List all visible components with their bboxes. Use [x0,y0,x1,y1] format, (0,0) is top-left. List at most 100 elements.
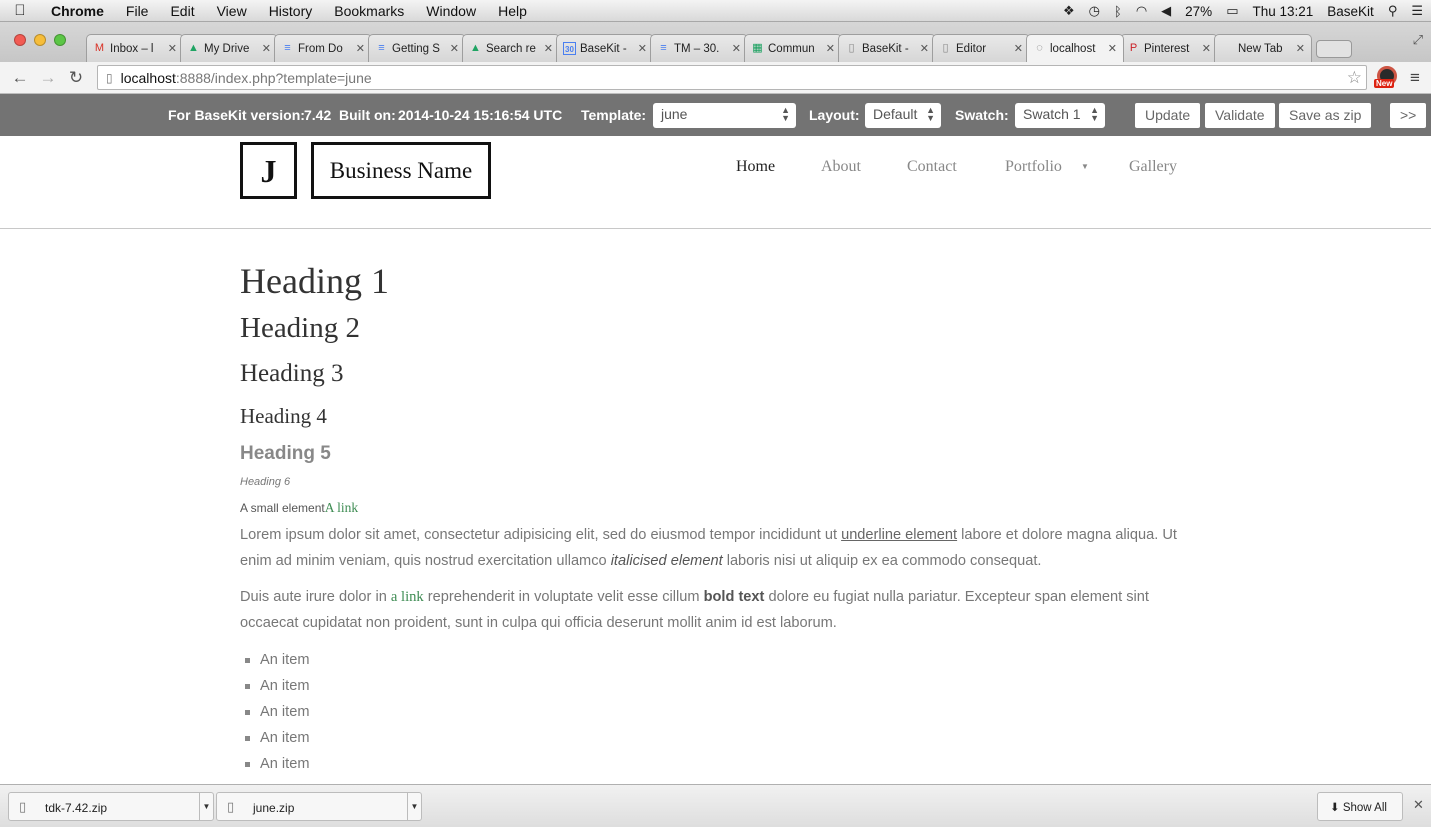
portfolio-dropdown-icon[interactable]: ▼ [1081,162,1089,171]
download-menu-icon[interactable]: ▼ [199,793,213,820]
list-item: An item [240,725,309,751]
menu-help[interactable]: Help [487,3,538,19]
tab-close-icon[interactable]: ✕ [262,42,271,55]
spotlight-icon[interactable]: ⚲ [1388,3,1398,19]
tab-close-icon[interactable]: ✕ [826,42,835,55]
tab-close-icon[interactable]: ✕ [638,42,647,55]
browser-tab[interactable]: New Tab ✕ [1214,34,1312,62]
built-label: Built on: [339,107,396,123]
file-icon: ▯ [227,799,235,814]
list-item: An item [240,673,309,699]
volume-icon[interactable]: ◀ [1161,3,1171,19]
tab-close-icon[interactable]: ✕ [1108,42,1117,55]
paragraph-text: reprehenderit in voluptate velit esse ci… [423,589,704,605]
menu-chrome[interactable]: Chrome [40,3,115,19]
docs-icon: ≡ [284,42,291,54]
tab-close-icon[interactable]: ✕ [544,42,553,55]
macos-menubar:  Chrome File Edit View History Bookmark… [0,0,1431,22]
nav-about[interactable]: About [821,158,861,176]
tab-label: Inbox – l [110,42,154,55]
template-label: Template: [581,107,647,123]
browser-tab[interactable]: M Inbox – l ✕ [86,34,184,62]
tab-close-icon[interactable]: ✕ [1014,42,1023,55]
menu-history[interactable]: History [258,3,324,19]
wifi-icon[interactable]: ◠ [1136,3,1147,19]
close-window-button[interactable] [14,34,26,46]
minimize-window-button[interactable] [34,34,46,46]
swatch-label: Swatch: [955,107,1009,123]
tab-close-icon[interactable]: ✕ [1296,42,1305,55]
reload-icon[interactable]: ↻ [62,68,90,88]
business-name[interactable]: Business Name [311,142,491,199]
browser-tab[interactable]: ▦ Commun ✕ [744,34,842,62]
menu-window[interactable]: Window [415,3,487,19]
menu-bookmarks[interactable]: Bookmarks [323,3,415,19]
browser-tab[interactable]: ▯ BaseKit - ✕ [838,34,936,62]
nav-contact[interactable]: Contact [907,158,957,176]
address-bar[interactable]: ▯ localhost:8888/index.php?template=june… [97,65,1367,90]
forward-arrow-icon[interactable]: → [34,68,62,88]
browser-tab[interactable]: ≡ From Do ✕ [274,34,372,62]
italic-element: italicised element [610,553,723,569]
nav-gallery[interactable]: Gallery [1129,158,1177,176]
tab-label: Search re [486,42,536,55]
show-all-downloads-button[interactable]: ⬇ Show All [1317,792,1403,821]
menu-file[interactable]: File [115,3,160,19]
browser-tab[interactable]: ◌ localhost ✕ [1026,34,1124,62]
zoom-window-button[interactable] [54,34,66,46]
notification-center-icon[interactable]: ☰ [1411,3,1423,19]
tab-close-icon[interactable]: ✕ [732,42,741,55]
tab-strip: M Inbox – l ✕ ▲ My Drive ✕ ≡ From Do ✕ ≡ Getting S… [0,22,1431,62]
logo[interactable]: J [240,142,297,199]
template-selected: june [661,106,688,122]
browser-tab[interactable]: 30 BaseKit - ✕ [556,34,654,62]
update-button[interactable]: Update [1135,103,1201,128]
tab-close-icon[interactable]: ✕ [168,42,177,55]
browser-tab[interactable]: ▲ Search re ✕ [462,34,560,62]
menu-edit[interactable]: Edit [159,3,205,19]
template-select[interactable]: june ▲ ▼ [653,103,796,128]
fullscreen-icon[interactable]: ⤢ [1413,32,1423,48]
browser-tab[interactable]: ▯ Editor ✕ [932,34,1030,62]
dropbox-icon[interactable]: ❖ [1063,3,1075,19]
new-tab-button[interactable] [1316,40,1352,58]
expand-toolbar-button[interactable]: >> [1390,103,1427,128]
browser-tab[interactable]: ▲ My Drive ✕ [180,34,278,62]
swatch-selected: Swatch 1 [1023,106,1081,122]
menu-view[interactable]: View [206,3,258,19]
page-info-icon[interactable]: ▯ [106,71,113,85]
apple-menu-icon[interactable]:  [0,2,40,19]
chrome-menu-icon[interactable]: ≡ [1410,68,1420,88]
battery-icon[interactable]: ▭ [1226,3,1238,19]
browser-tab[interactable]: ≡ TM – 30. ✕ [650,34,748,62]
bluetooth-icon[interactable]: ᛒ [1114,4,1122,19]
tab-close-icon[interactable]: ✕ [1202,42,1211,55]
close-shelf-icon[interactable]: ✕ [1413,797,1424,813]
docs-icon: ≡ [378,42,385,54]
tab-label: Pinterest [1144,42,1190,55]
inline-link[interactable]: a link [391,589,424,605]
download-menu-icon[interactable]: ▼ [407,793,421,820]
battery-percent[interactable]: 27% [1185,4,1212,19]
tab-close-icon[interactable]: ✕ [450,42,459,55]
bookmark-star-icon[interactable]: ☆ [1347,68,1362,88]
user-name[interactable]: BaseKit [1327,4,1374,19]
layout-select[interactable]: Default ▲ ▼ [865,103,941,128]
tab-close-icon[interactable]: ✕ [356,42,365,55]
back-arrow-icon[interactable]: ← [6,68,34,88]
validate-button[interactable]: Validate [1205,103,1275,128]
browser-tab[interactable]: P Pinterest ✕ [1120,34,1218,62]
save-as-zip-button[interactable]: Save as zip [1279,103,1372,128]
nav-home[interactable]: Home [736,158,775,176]
clock[interactable]: Thu 13:21 [1252,4,1313,19]
nav-portfolio[interactable]: Portfolio [1005,158,1062,176]
download-item[interactable]: ▯ june.zip ▼ [216,792,422,821]
tab-close-icon[interactable]: ✕ [920,42,929,55]
swatch-select[interactable]: Swatch 1 ▲ ▼ [1015,103,1105,128]
download-arrow-icon: ⬇ [1330,802,1340,814]
download-item[interactable]: ▯ tdk-7.42.zip ▼ [8,792,214,821]
small-link[interactable]: A link [325,500,358,515]
time-machine-icon[interactable]: ◷ [1089,3,1100,19]
site-header: J Business Name Home About Contact Portf… [0,136,1431,229]
browser-tab[interactable]: ≡ Getting S ✕ [368,34,466,62]
